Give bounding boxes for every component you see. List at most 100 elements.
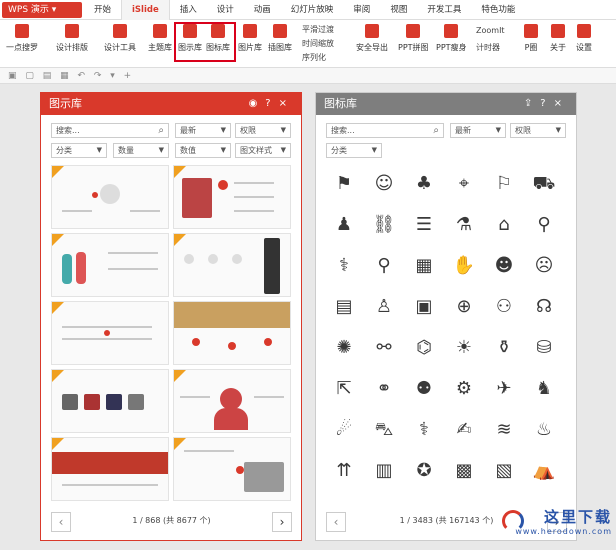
diagram-thumb[interactable] xyxy=(173,301,291,365)
diagram-thumb[interactable] xyxy=(51,233,169,297)
library-icon[interactable]: ⚕ xyxy=(332,255,356,277)
library-icon[interactable]: ⇱ xyxy=(332,378,356,400)
prev-page-button[interactable]: ‹ xyxy=(326,512,346,532)
tab-features[interactable]: 特色功能 xyxy=(471,0,525,20)
library-icon[interactable]: ⛍ xyxy=(372,419,396,441)
library-icon[interactable]: ⛺ xyxy=(532,460,556,482)
library-icon[interactable]: ⚲ xyxy=(372,255,396,277)
tab-animation[interactable]: 动画 xyxy=(244,0,281,20)
close-icon[interactable]: × xyxy=(554,98,570,109)
next-page-button[interactable]: › xyxy=(272,512,292,532)
library-icon[interactable]: ☄ xyxy=(332,419,356,441)
category-select[interactable]: 分类 ▼ xyxy=(326,143,382,158)
library-icon[interactable]: ▣ xyxy=(412,296,436,318)
library-icon[interactable]: ✪ xyxy=(412,460,436,482)
design-tools-button[interactable]: 设计工具 xyxy=(104,24,136,53)
library-icon[interactable]: ☊ xyxy=(532,296,556,318)
style-select[interactable]: 图文样式 ▼ xyxy=(235,143,291,158)
help-icon[interactable]: ? xyxy=(265,98,278,109)
category-select[interactable]: 分类 ▼ xyxy=(51,143,107,158)
library-icon[interactable]: ♟ xyxy=(332,214,356,236)
tab-developer[interactable]: 开发工具 xyxy=(417,0,471,20)
library-icon[interactable]: ▥ xyxy=(372,460,396,482)
timer-button[interactable]: 计时器 xyxy=(476,42,500,53)
serialize-button[interactable]: 序列化 xyxy=(302,52,326,63)
library-icon[interactable]: ⚇ xyxy=(492,296,516,318)
library-icon[interactable]: ⚕ xyxy=(412,419,436,441)
diagram-thumb[interactable] xyxy=(173,165,291,229)
library-icon[interactable]: ⚯ xyxy=(372,337,396,359)
library-icon[interactable]: ⇈ xyxy=(332,460,356,482)
one-click-search-button[interactable]: 一点搜罗 xyxy=(6,24,38,53)
picture-lib-button[interactable]: 图片库 xyxy=(238,24,262,53)
library-icon[interactable]: ✈ xyxy=(492,378,516,400)
p-circle-button[interactable]: P圈 xyxy=(524,24,538,53)
settings-button[interactable]: 设置 xyxy=(576,24,592,53)
library-icon[interactable]: ⚉ xyxy=(412,378,436,400)
ppt-slim-button[interactable]: PPT瘦身 xyxy=(436,24,467,53)
library-icon[interactable]: ⛁ xyxy=(532,337,556,359)
search-input[interactable]: 搜索... ⌕ xyxy=(51,123,169,138)
diagram-thumb[interactable] xyxy=(173,437,291,501)
library-icon[interactable]: ☹ xyxy=(532,255,556,277)
tab-slideshow[interactable]: 幻灯片放映 xyxy=(281,0,344,20)
library-icon[interactable]: ⚲ xyxy=(532,214,556,236)
library-icon[interactable]: ⛓ xyxy=(372,214,396,236)
app-menu-button[interactable]: WPS 演示 ▾ xyxy=(2,2,82,18)
library-icon[interactable]: ☀ xyxy=(452,337,476,359)
ppt-puzzle-button[interactable]: PPT拼图 xyxy=(398,24,429,53)
library-icon[interactable]: ♣ xyxy=(412,173,436,195)
tab-islide[interactable]: iSlide xyxy=(121,0,170,20)
pin-icon[interactable]: ⇪ xyxy=(524,98,540,109)
library-icon[interactable]: ♙ xyxy=(372,296,396,318)
value-select[interactable]: 数值 ▼ xyxy=(175,143,231,158)
zoomit-button[interactable]: ZoomIt xyxy=(476,26,505,35)
design-layout-button[interactable]: 设计排版 xyxy=(56,24,88,53)
search-input[interactable]: 搜索... ⌕ xyxy=(326,123,444,138)
diagram-thumb[interactable] xyxy=(173,369,291,433)
tab-insert[interactable]: 插入 xyxy=(170,0,207,20)
library-icon[interactable]: ⚭ xyxy=(372,378,396,400)
library-icon[interactable]: ⚙ xyxy=(452,378,476,400)
diagram-thumb[interactable] xyxy=(51,165,169,229)
prev-page-button[interactable]: ‹ xyxy=(51,512,71,532)
count-select[interactable]: 数量 ▼ xyxy=(113,143,169,158)
library-icon[interactable]: ☻ xyxy=(492,255,516,277)
help-icon[interactable]: ? xyxy=(540,98,553,109)
library-icon[interactable]: ♨ xyxy=(532,419,556,441)
illustration-lib-button[interactable]: 插图库 xyxy=(268,24,292,53)
tab-design[interactable]: 设计 xyxy=(207,0,244,20)
library-icon[interactable]: ⌖ xyxy=(452,173,476,195)
close-icon[interactable]: × xyxy=(279,98,295,109)
timer-zoom-button[interactable]: 时间缩放 xyxy=(302,38,334,49)
diagram-thumb[interactable] xyxy=(173,233,291,297)
library-icon[interactable]: ⌂ xyxy=(492,214,516,236)
library-icon[interactable]: ▩ xyxy=(452,460,476,482)
library-icon[interactable]: ⚑ xyxy=(332,173,356,195)
library-icon[interactable]: ✍ xyxy=(452,419,476,441)
about-button[interactable]: 关于 xyxy=(550,24,566,53)
diagram-thumb[interactable] xyxy=(51,437,169,501)
library-icon[interactable]: ⚱ xyxy=(492,337,516,359)
tab-view[interactable]: 视图 xyxy=(380,0,417,20)
smooth-transition-button[interactable]: 平滑过渡 xyxy=(302,24,334,35)
sort-select[interactable]: 最新 ▼ xyxy=(450,123,506,138)
tab-review[interactable]: 审阅 xyxy=(343,0,380,20)
library-icon[interactable]: ≋ xyxy=(492,419,516,441)
library-icon[interactable]: ⚐ xyxy=(492,173,516,195)
library-icon[interactable]: ✋ xyxy=(452,255,476,277)
theme-lib-button[interactable]: 主题库 xyxy=(148,24,172,53)
library-icon[interactable]: ▦ xyxy=(412,255,436,277)
sort-select[interactable]: 最新 ▼ xyxy=(175,123,231,138)
diagram-thumb[interactable] xyxy=(51,369,169,433)
library-icon[interactable]: ⊕ xyxy=(452,296,476,318)
library-icon[interactable]: ⛟ xyxy=(532,173,556,195)
diagram-thumb[interactable] xyxy=(51,301,169,365)
tab-home[interactable]: 开始 xyxy=(84,0,121,20)
library-icon[interactable]: ▤ xyxy=(332,296,356,318)
library-icon[interactable]: ☰ xyxy=(412,214,436,236)
library-icon[interactable]: ⌬ xyxy=(412,337,436,359)
library-icon[interactable]: ♞ xyxy=(532,378,556,400)
permission-select[interactable]: 权限 ▼ xyxy=(510,123,566,138)
hide-icon[interactable]: ◉ xyxy=(249,98,266,109)
